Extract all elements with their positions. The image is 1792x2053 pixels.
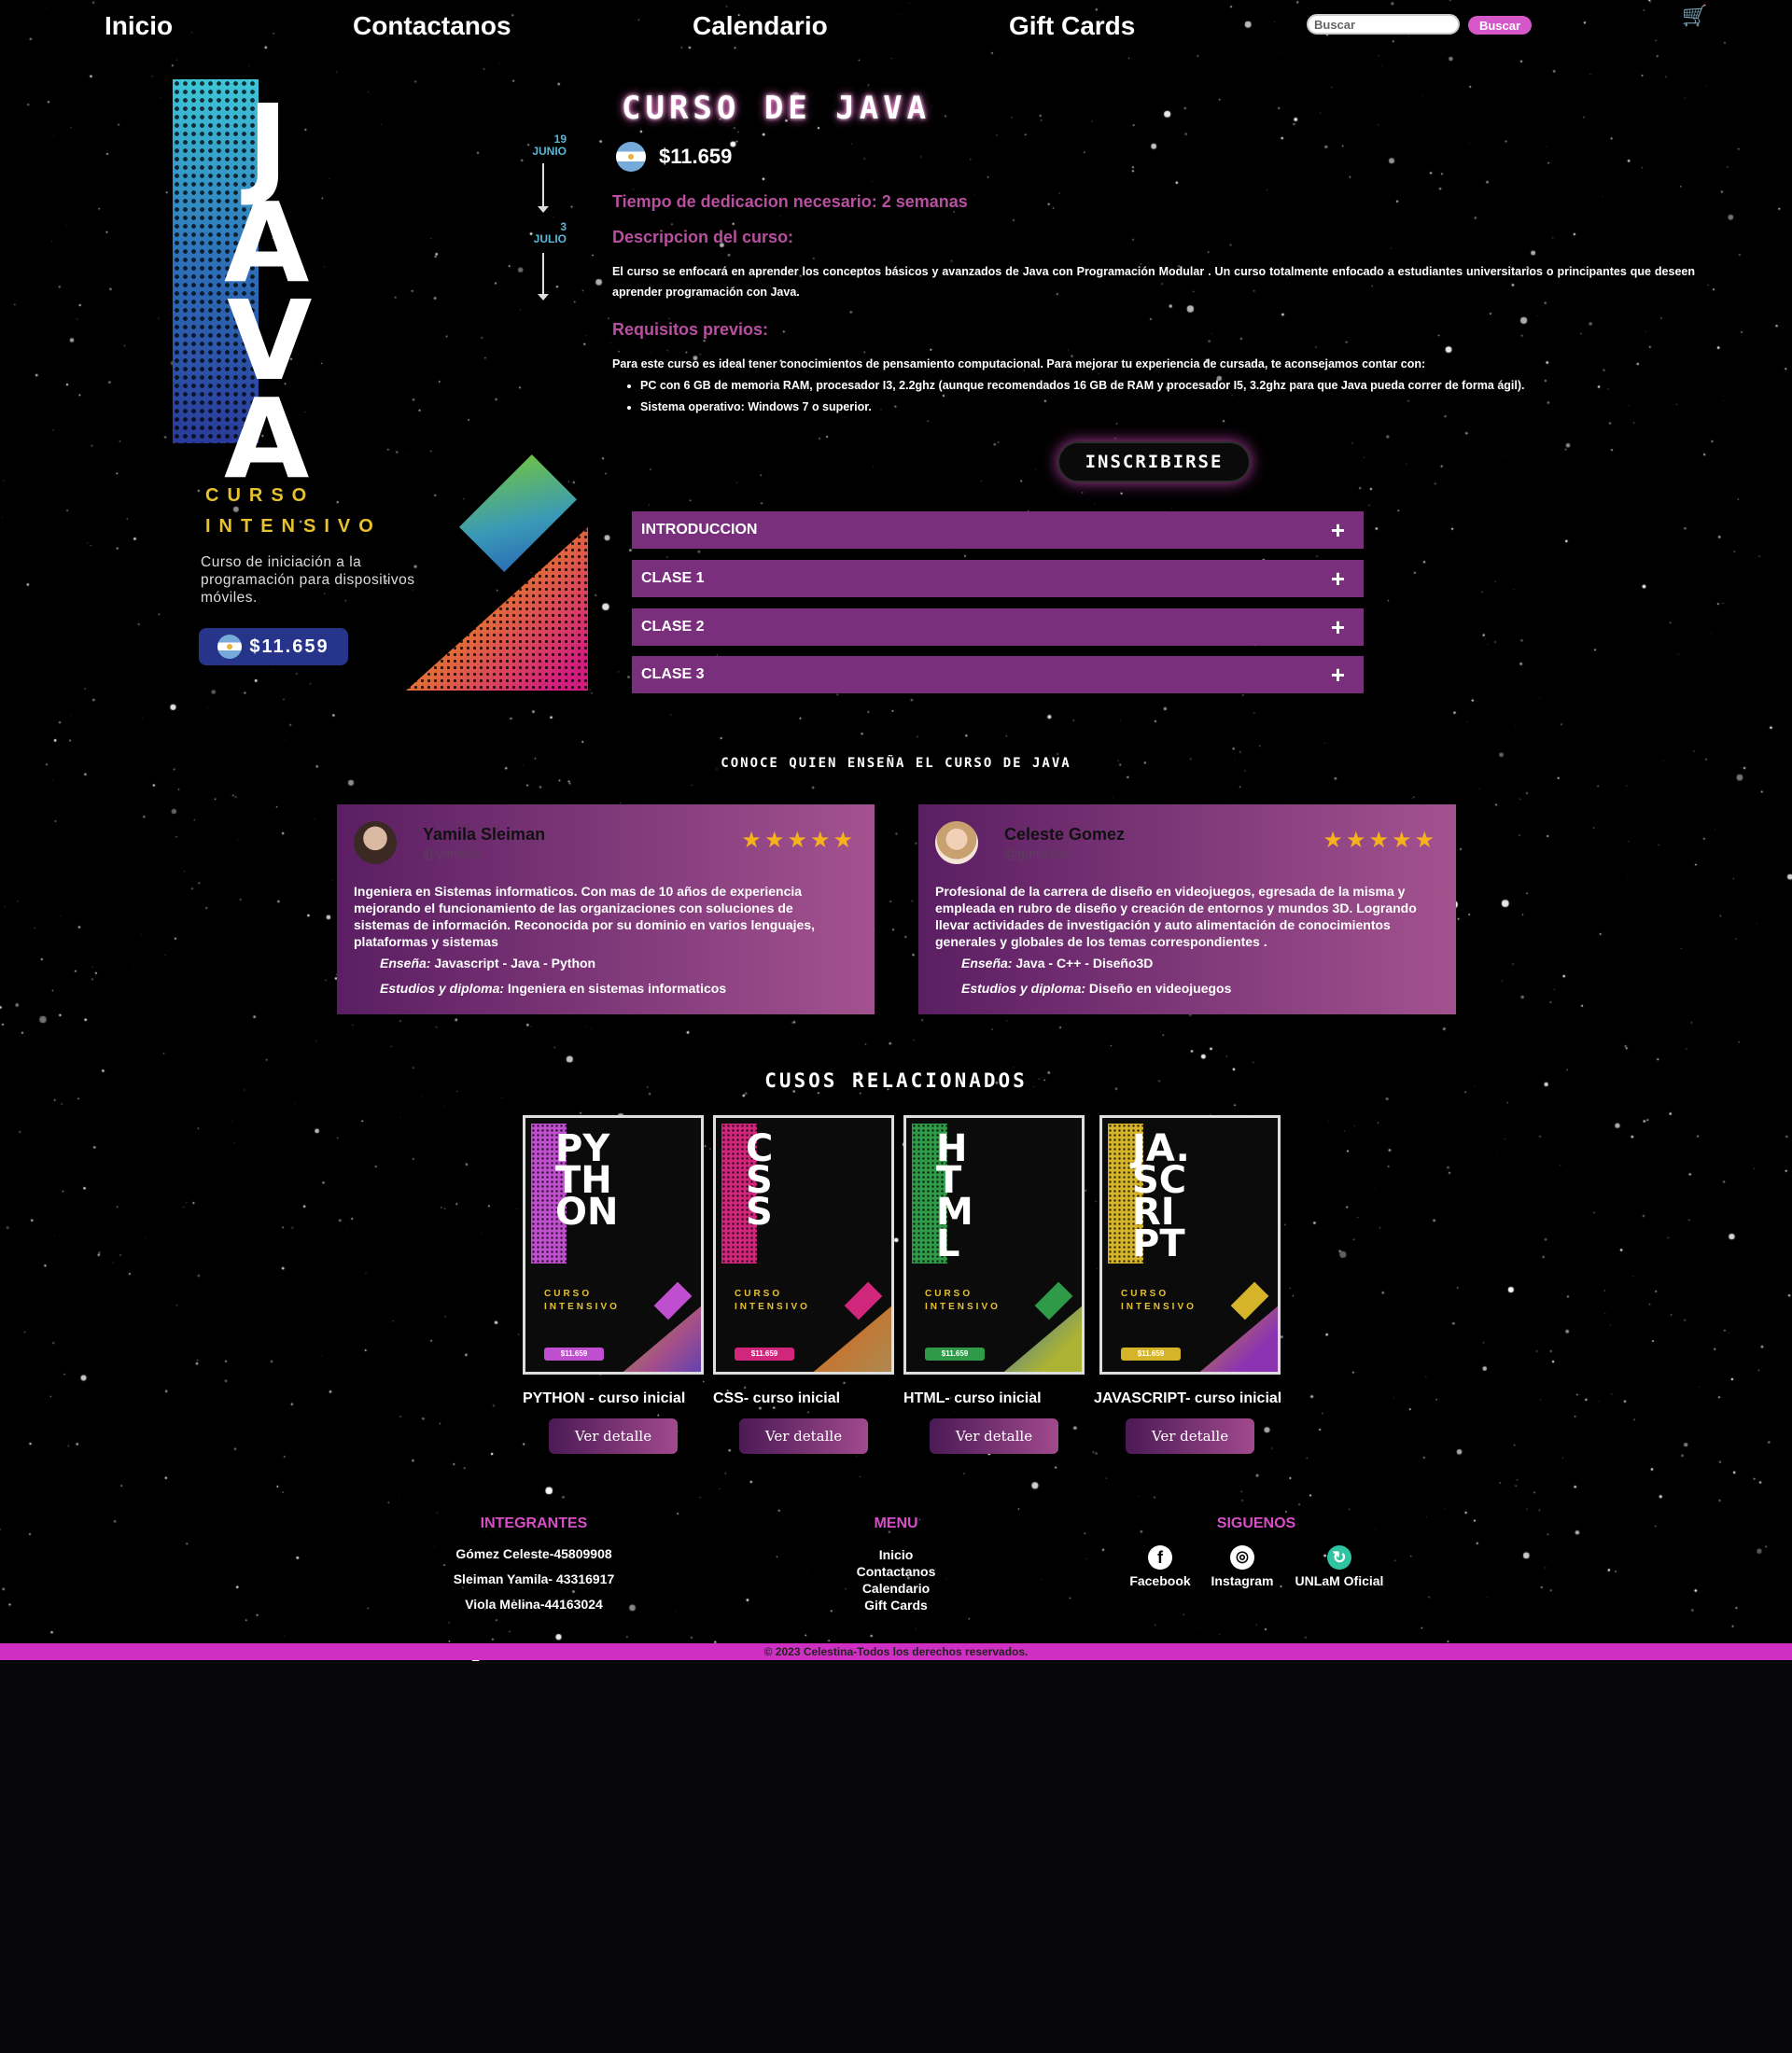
- footer-menu-link[interactable]: Gift Cards: [803, 1597, 989, 1613]
- social-label: Facebook: [1129, 1573, 1191, 1588]
- footer-menu-list: Inicio Contactanos Calendario Gift Cards: [803, 1546, 989, 1613]
- footer-menu-heading: MENU: [874, 1515, 918, 1531]
- copyright-bar: © 2023 Celestina-Todos los derechos rese…: [0, 1643, 1792, 1660]
- footer-integrantes-heading: INTEGRANTES: [480, 1515, 588, 1531]
- integrante-item: Gómez Celeste-45809908: [455, 1546, 612, 1561]
- footer-menu-link[interactable]: Calendario: [803, 1580, 989, 1597]
- footer-menu-link[interactable]: Contactanos: [803, 1563, 989, 1580]
- facebook-icon[interactable]: f: [1148, 1545, 1172, 1570]
- footer: INTEGRANTES Gómez Celeste-45809908 Sleim…: [0, 0, 1792, 1642]
- social-unlam[interactable]: ↻ UNLaM Oficial: [1288, 1545, 1391, 1588]
- social-facebook[interactable]: f Facebook: [1123, 1545, 1197, 1588]
- integrante-item: Viola Melina-44163024: [465, 1597, 603, 1612]
- social-label: Instagram: [1211, 1573, 1274, 1588]
- footer-menu-link[interactable]: Inicio: [803, 1546, 989, 1563]
- integrante-item: Sleiman Yamila- 43316917: [453, 1571, 615, 1586]
- social-label: UNLaM Oficial: [1295, 1573, 1384, 1588]
- instagram-icon[interactable]: ◎: [1230, 1545, 1254, 1570]
- footer-siguenos-heading: SIGUENOS: [1216, 1515, 1296, 1531]
- footer-integrantes-list: Gómez Celeste-45809908 Sleiman Yamila- 4…: [394, 1542, 674, 1617]
- social-instagram[interactable]: ◎ Instagram: [1205, 1545, 1280, 1588]
- unlam-icon[interactable]: ↻: [1327, 1545, 1351, 1570]
- page-bottom-background: [0, 1661, 1792, 2053]
